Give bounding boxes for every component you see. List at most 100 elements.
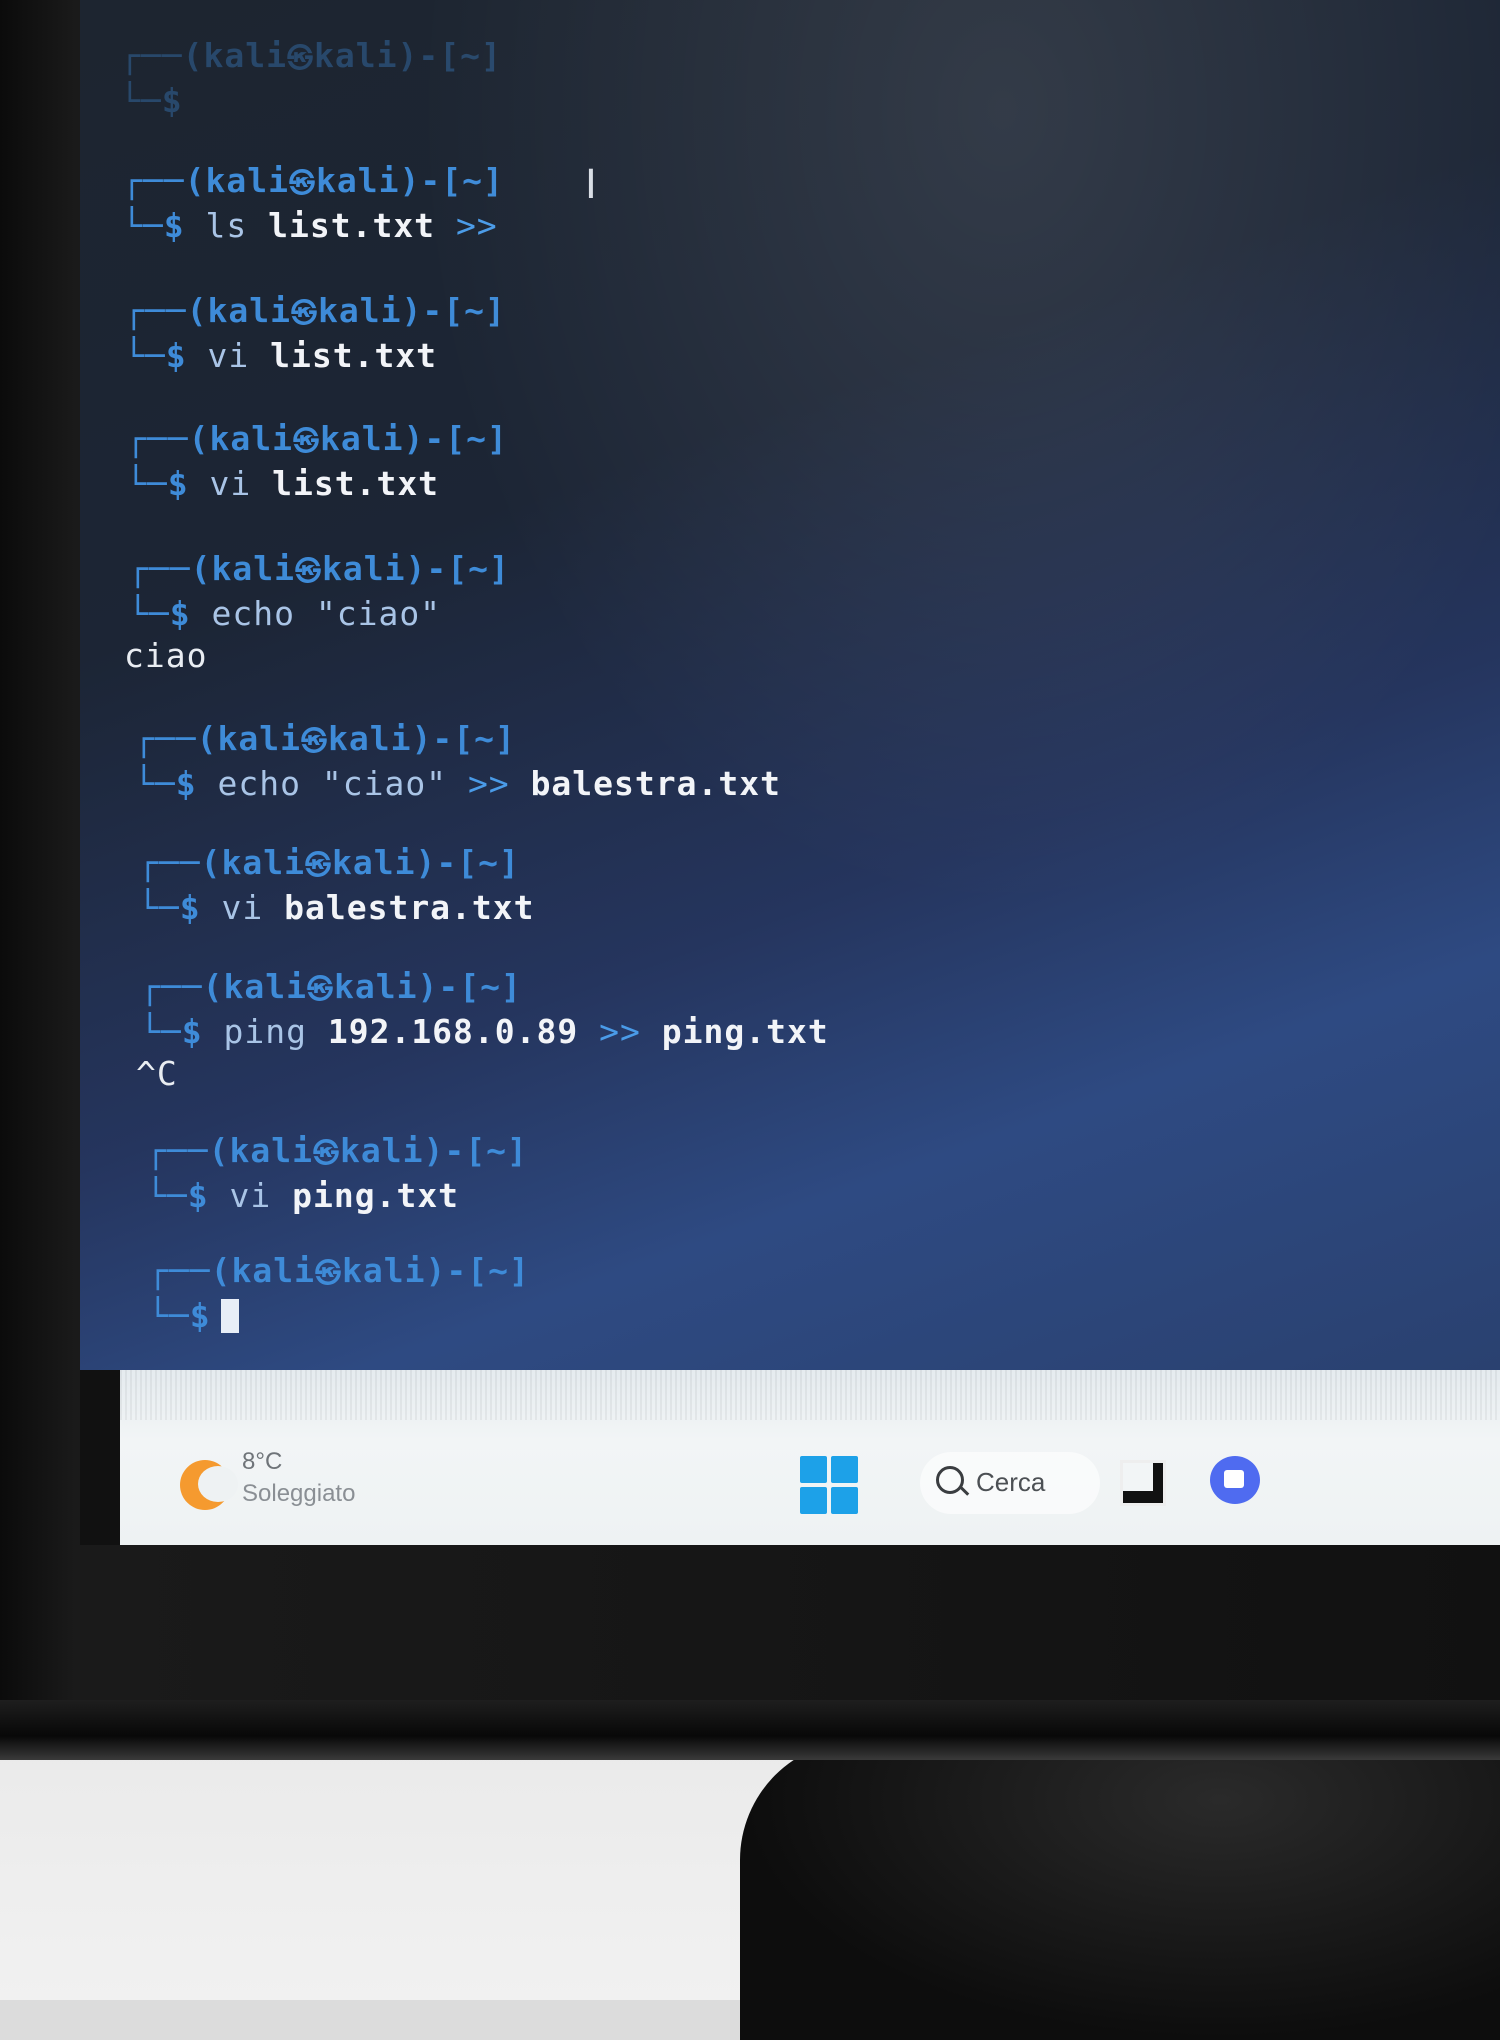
prompt-bracket: ] <box>498 843 520 882</box>
prompt-dir: ~ <box>460 36 481 75</box>
prompt-host: kali <box>315 161 400 200</box>
command-output: ^C <box>136 1054 178 1093</box>
prompt-bracket: )-[ <box>417 967 481 1006</box>
prompt-dir: ~ <box>464 291 485 330</box>
command-line: └─$ vi list.txt <box>126 463 508 505</box>
prompt-dir: ~ <box>478 843 499 882</box>
command-line: └─$ vi balestra.txt <box>138 887 535 929</box>
command-name: ping <box>223 1012 307 1051</box>
prompt-bracket: ] <box>486 419 508 458</box>
prompt-dollar: └─$ <box>122 206 185 245</box>
task-view-icon[interactable] <box>1120 1460 1166 1506</box>
terminal-block: ┌──(kali㉿kali)-[~] └─$ <box>148 1250 530 1337</box>
prompt-bracket: )-[ <box>415 843 479 882</box>
prompt-dollar: └─$ <box>138 888 201 927</box>
command-argument: list.txt <box>268 206 436 245</box>
prompt-bracket: ] <box>500 967 522 1006</box>
command-name: vi <box>229 1176 272 1215</box>
prompt-dir: ~ <box>468 549 489 588</box>
prompt-corner: ┌──( <box>146 1131 230 1170</box>
terminal-block: ┌──(kali㉿kali)-[~] └─$ echo "ciao" ciao <box>124 548 510 677</box>
command-line: └─$ vi ping.txt <box>146 1175 528 1217</box>
command-line: └─$ <box>120 80 502 122</box>
taskbar-search[interactable]: Cerca <box>920 1452 1100 1514</box>
prompt-host: kali <box>317 291 402 330</box>
prompt-bracket: ] <box>506 1131 528 1170</box>
prompt-dollar: └─$ <box>148 1296 211 1335</box>
chat-icon[interactable] <box>1210 1456 1260 1504</box>
prompt-corner: ┌──( <box>140 967 224 1006</box>
prompt-host: kali <box>313 36 398 75</box>
text-cursor-icon: I <box>585 162 597 208</box>
weather-temperature[interactable]: 8°C <box>242 1448 282 1476</box>
prompt-user: kali <box>211 549 295 588</box>
weather-description[interactable]: Soleggiato <box>242 1480 355 1508</box>
command-name: vi <box>209 464 252 503</box>
prompt-corner: ┌──( <box>120 36 204 75</box>
command-argument: "ciao" <box>321 764 448 803</box>
prompt-line: ┌──(kali㉿kali)-[~] <box>120 35 502 80</box>
terminal-cursor <box>220 1299 239 1333</box>
prompt-bracket: ] <box>508 1251 530 1290</box>
weather-icon[interactable] <box>180 1460 238 1510</box>
prompt-dir: ~ <box>474 719 495 758</box>
terminal-block: ┌──(kali㉿kali)-[~] └─$ <box>120 35 502 122</box>
prompt-host: kali <box>321 549 406 588</box>
command-name: echo <box>211 594 295 633</box>
command-line: └─$ <box>148 1295 530 1337</box>
prompt-dir: ~ <box>462 161 483 200</box>
prompt-at-icon: ㉿ <box>286 44 314 74</box>
prompt-user: kali <box>207 291 291 330</box>
terminal-block: ┌──(kali㉿kali)-[~] └─$ vi list.txt <box>126 418 508 505</box>
prompt-dollar: └─$ <box>120 81 183 120</box>
prompt-host: kali <box>319 419 404 458</box>
prompt-at-icon: ㉿ <box>300 727 328 757</box>
prompt-user: kali <box>209 419 293 458</box>
prompt-line: ┌──(kali㉿kali)-[~] <box>146 1130 528 1175</box>
taskbar: 8°C Soleggiato Cerca <box>120 1370 1500 1545</box>
prompt-user: kali <box>229 1131 313 1170</box>
prompt-line: ┌──(kali㉿kali)-[~] <box>134 718 781 763</box>
prompt-corner: ┌──( <box>148 1251 232 1290</box>
prompt-at-icon: ㉿ <box>304 851 332 881</box>
prompt-dollar: └─$ <box>126 464 189 503</box>
prompt-dir: ~ <box>466 419 487 458</box>
windows-start-icon[interactable] <box>800 1456 858 1514</box>
command-argument: ping.txt <box>292 1176 460 1215</box>
command-name: ls <box>205 206 248 245</box>
terminal-block: ┌──(kali㉿kali)-[~] └─$ echo "ciao" >> bal… <box>134 718 781 805</box>
prompt-bracket: ] <box>494 719 516 758</box>
prompt-host: kali <box>341 1251 426 1290</box>
prompt-at-icon: ㉿ <box>288 169 316 199</box>
terminal-block: ┌──(kali㉿kali)-[~] └─$ vi balestra.txt <box>138 842 535 929</box>
prompt-bracket: )-[ <box>399 161 463 200</box>
prompt-dollar: └─$ <box>128 594 191 633</box>
prompt-corner: ┌──( <box>138 843 222 882</box>
prompt-user: kali <box>217 719 301 758</box>
monitor-bottom-edge <box>0 1700 1500 1760</box>
command-argument: 192.168.0.89 <box>327 1012 579 1051</box>
command-argument: "ciao" <box>315 594 442 633</box>
command-line: └─$ ping 192.168.0.89 >> ping.txt <box>140 1011 829 1053</box>
prompt-corner: ┌──( <box>134 719 218 758</box>
command-line: └─$ echo "ciao" >> balestra.txt <box>134 763 781 805</box>
monitor-stand <box>740 1740 1500 2040</box>
prompt-line: ┌──(kali㉿kali)-[~] <box>140 966 829 1011</box>
command-argument: ping.txt <box>661 1012 829 1051</box>
prompt-at-icon: ㉿ <box>290 299 318 329</box>
prompt-user: kali <box>221 843 305 882</box>
prompt-corner: ┌──( <box>124 291 208 330</box>
command-line: └─$ echo "ciao" <box>128 593 510 635</box>
prompt-dollar: └─$ <box>124 336 187 375</box>
prompt-bracket: )-[ <box>423 1131 487 1170</box>
prompt-line: ┌──(kali㉿kali)-[~] <box>148 1250 530 1295</box>
prompt-dollar: └─$ <box>134 764 197 803</box>
prompt-bracket: ] <box>488 549 510 588</box>
prompt-dollar: └─$ <box>146 1176 209 1215</box>
terminal-window[interactable]: I ┌──(kali㉿kali)-[~] └─$ ┌──(kali㉿kali)-[~… <box>80 0 1500 1370</box>
prompt-at-icon: ㉿ <box>312 1139 340 1169</box>
prompt-user: kali <box>205 161 289 200</box>
command-output: ciao <box>124 636 208 675</box>
prompt-dir: ~ <box>488 1251 509 1290</box>
prompt-at-icon: ㉿ <box>292 427 320 457</box>
